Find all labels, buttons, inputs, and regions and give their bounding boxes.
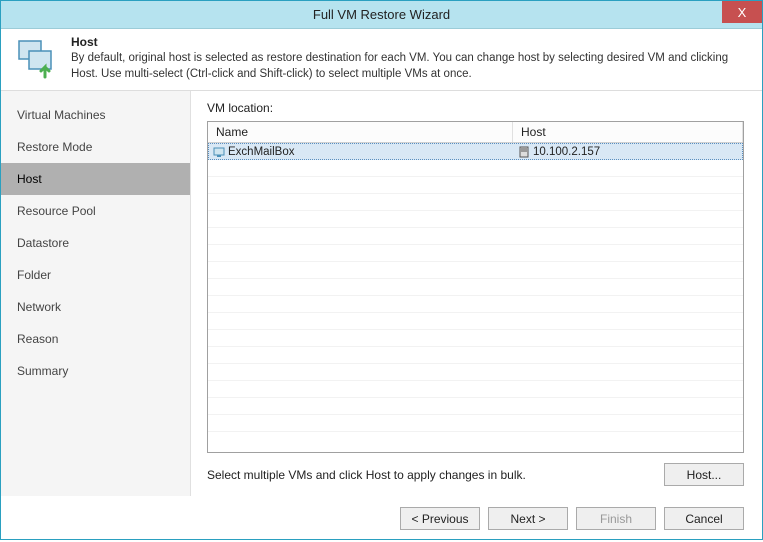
sidebar-item-reason[interactable]: Reason	[1, 323, 190, 355]
header-description: By default, original host is selected as…	[71, 51, 748, 82]
column-header-host[interactable]: Host	[513, 122, 743, 142]
table-row[interactable]	[208, 364, 743, 381]
column-header-name[interactable]: Name	[208, 122, 513, 142]
table-row[interactable]	[208, 296, 743, 313]
vm-location-label: VM location:	[207, 101, 744, 115]
sidebar-item-host[interactable]: Host	[1, 163, 190, 195]
vm-location-table: Name Host ExchMailBox 10.100.2	[207, 121, 744, 453]
table-row[interactable]	[208, 160, 743, 177]
next-button[interactable]: Next >	[488, 507, 568, 530]
previous-button[interactable]: < Previous	[400, 507, 480, 530]
table-row[interactable]	[208, 228, 743, 245]
table-row[interactable]	[208, 330, 743, 347]
table-row[interactable]	[208, 194, 743, 211]
wizard-footer: < Previous Next > Finish Cancel	[1, 496, 762, 542]
table-row[interactable]	[208, 415, 743, 432]
sidebar-item-folder[interactable]: Folder	[1, 259, 190, 291]
table-row[interactable]	[208, 177, 743, 194]
host-button[interactable]: Host...	[664, 463, 744, 486]
sidebar-item-summary[interactable]: Summary	[1, 355, 190, 387]
table-body[interactable]: ExchMailBox 10.100.2.157	[208, 143, 743, 433]
table-row[interactable]: ExchMailBox 10.100.2.157	[208, 143, 743, 160]
sidebar-item-datastore[interactable]: Datastore	[1, 227, 190, 259]
vm-host: 10.100.2.157	[533, 146, 600, 158]
vm-icon	[213, 146, 225, 158]
vm-name: ExchMailBox	[228, 146, 294, 158]
table-row[interactable]	[208, 279, 743, 296]
table-row[interactable]	[208, 381, 743, 398]
table-row[interactable]	[208, 313, 743, 330]
wizard-steps-sidebar: Virtual Machines Restore Mode Host Resou…	[1, 91, 191, 496]
table-row[interactable]	[208, 398, 743, 415]
cancel-button[interactable]: Cancel	[664, 507, 744, 530]
sidebar-item-resource-pool[interactable]: Resource Pool	[1, 195, 190, 227]
table-row[interactable]	[208, 211, 743, 228]
table-row[interactable]	[208, 347, 743, 364]
titlebar: Full VM Restore Wizard X	[1, 1, 762, 29]
bulk-hint: Select multiple VMs and click Host to ap…	[207, 468, 526, 482]
table-row[interactable]	[208, 262, 743, 279]
window-title: Full VM Restore Wizard	[313, 7, 450, 22]
server-icon	[518, 146, 530, 158]
table-row[interactable]	[208, 245, 743, 262]
host-wizard-icon	[15, 37, 59, 81]
table-header: Name Host	[208, 122, 743, 143]
close-icon: X	[738, 5, 747, 20]
header-title: Host	[71, 35, 748, 49]
close-button[interactable]: X	[722, 1, 762, 23]
sidebar-item-restore-mode[interactable]: Restore Mode	[1, 131, 190, 163]
sidebar-item-virtual-machines[interactable]: Virtual Machines	[1, 99, 190, 131]
sidebar-item-network[interactable]: Network	[1, 291, 190, 323]
wizard-header: Host By default, original host is select…	[1, 29, 762, 91]
finish-button: Finish	[576, 507, 656, 530]
